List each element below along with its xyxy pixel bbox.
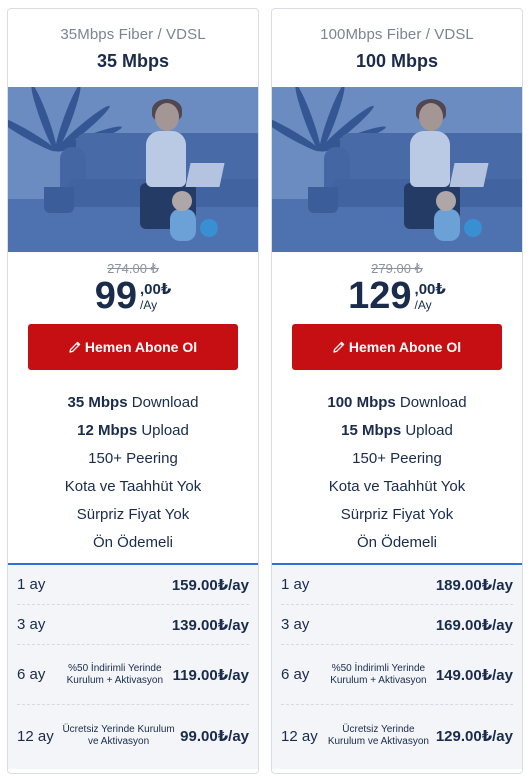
feature-item: Kota ve Taahhüt Yok <box>8 473 258 501</box>
feature-item: Sürpriz Fiyat Yok <box>272 501 522 529</box>
period-note: Ücretsiz Yerinde Kurulum ve Aktivasyon <box>327 724 429 747</box>
pricing-section: 35Mbps Fiber / VDSL 35 Mbps 274.00 ₺ 99 … <box>0 0 529 781</box>
feature-text: Upload <box>137 422 189 439</box>
period-price: 169.00₺/ay <box>435 616 513 634</box>
period-price: 129.00₺/ay <box>435 728 513 745</box>
feature-value: 100 Mbps <box>327 394 396 411</box>
period-label: 3 ay <box>281 616 310 633</box>
feature-item: 15 Mbps Upload <box>272 417 522 445</box>
current-price: 129 ,00₺ /Ay <box>272 276 522 316</box>
plan-header: 100Mbps Fiber / VDSL 100 Mbps <box>272 9 522 87</box>
plan-title: 100 Mbps <box>355 51 439 71</box>
period-row[interactable]: 1 ay 189.00₺/ay <box>281 565 513 605</box>
feature-text: Ön Ödemeli <box>92 534 174 551</box>
period-row[interactable]: 1 ay 159.00₺/ay <box>17 565 249 605</box>
plan-card-100mbps: 100Mbps Fiber / VDSL 100 Mbps 279.00 ₺ 1… <box>271 8 523 774</box>
feature-text: 150+ Peering <box>352 450 442 467</box>
price-block: 274.00 ₺ 99 ,00₺ /Ay <box>8 252 258 324</box>
period-price: 159.00₺/ay <box>171 576 249 594</box>
price-decimal: ,00₺ <box>139 281 172 298</box>
feature-value: 12 Mbps <box>77 422 138 439</box>
period-row[interactable]: 12 ay Ücretsiz Yerinde Kurulum ve Aktivas… <box>17 705 249 767</box>
feature-item: 12 Mbps Upload <box>8 417 258 445</box>
price-side: ,00₺ /Ay <box>139 281 172 313</box>
family-photo <box>272 87 522 252</box>
feature-list: 100 Mbps Download 15 Mbps Upload 150+ Peer… <box>272 389 522 563</box>
subscribe-button-label: Hemen Abone Ol <box>84 339 198 355</box>
period-row[interactable]: 3 ay 169.00₺/ay <box>281 605 513 645</box>
price-integer: 129 <box>348 275 412 317</box>
feature-text: Download <box>127 394 199 411</box>
price-decimal: ,00₺ <box>414 281 446 298</box>
feature-value: 15 Mbps <box>341 422 402 439</box>
feature-text: Kota ve Taahhüt Yok <box>64 478 202 495</box>
feature-text: Sürpriz Fiyat Yok <box>76 506 190 523</box>
period-price: 119.00₺/ay <box>172 666 249 684</box>
price-period: /Ay <box>414 298 432 312</box>
plan-title: 35 Mbps <box>96 51 170 71</box>
period-note: Ücretsiz Yerinde Kurulum ve Aktivasyon <box>62 724 175 747</box>
price-side: ,00₺ /Ay <box>414 281 446 313</box>
price-block: 279.00 ₺ 129 ,00₺ /Ay <box>272 252 522 324</box>
subscribe-button[interactable]: Hemen Abone Ol <box>28 324 238 370</box>
period-row[interactable]: 6 ay %50 İndirimli Yerinde Kurulum + Akti… <box>17 645 249 705</box>
feature-item: 35 Mbps Download <box>8 389 258 417</box>
price-integer: 99 <box>94 275 137 317</box>
feature-text: Sürpriz Fiyat Yok <box>340 506 454 523</box>
period-list: 1 ay 159.00₺/ay 3 ay 139.00₺/ay 6 ay %50 İndi… <box>8 563 258 769</box>
pencil-icon <box>69 341 81 353</box>
period-list: 1 ay 189.00₺/ay 3 ay 169.00₺/ay 6 ay %50 İndi… <box>272 563 522 769</box>
feature-item: Kota ve Taahhüt Yok <box>272 473 522 501</box>
feature-text: Kota ve Taahhüt Yok <box>328 478 466 495</box>
period-note: %50 İndirimli Yerinde Kurulum + Aktivasy… <box>66 662 164 686</box>
price-period: /Ay <box>139 298 158 312</box>
period-label: 3 ay <box>17 616 46 633</box>
feature-text: 150+ Peering <box>88 450 178 467</box>
feature-list: 35 Mbps Download 12 Mbps Upload 150+ Peeri… <box>8 389 258 563</box>
subscribe-button[interactable]: Hemen Abone Ol <box>292 324 502 370</box>
current-price: 99 ,00₺ /Ay <box>8 276 258 316</box>
period-row[interactable]: 12 ay Ücretsiz Yerinde Kurulum ve Aktivas… <box>281 705 513 767</box>
period-price: 149.00₺/ay <box>435 666 513 684</box>
feature-item: 100 Mbps Download <box>272 389 522 417</box>
plan-subtitle: 100Mbps Fiber / VDSL <box>320 26 474 43</box>
feature-text: Upload <box>401 422 453 439</box>
period-note: %50 İndirimli Yerinde Kurulum + Aktivasy… <box>330 662 427 686</box>
period-label: 12 ay <box>17 727 54 745</box>
photo-tint <box>272 87 522 252</box>
feature-text: Ön Ödemeli <box>356 534 438 551</box>
feature-text: Download <box>395 394 467 411</box>
period-label: 6 ay <box>281 666 310 683</box>
plan-subtitle: 35Mbps Fiber / VDSL <box>60 26 206 43</box>
pencil-icon <box>333 341 345 353</box>
feature-item: 150+ Peering <box>8 445 258 473</box>
period-label: 6 ay <box>17 666 46 683</box>
period-row[interactable]: 3 ay 139.00₺/ay <box>17 605 249 645</box>
subscribe-button-label: Hemen Abone Ol <box>348 339 462 355</box>
feature-value: 35 Mbps <box>67 394 128 411</box>
plan-header: 35Mbps Fiber / VDSL 35 Mbps <box>8 9 258 87</box>
feature-item: Ön Ödemeli <box>272 529 522 557</box>
feature-item: 150+ Peering <box>272 445 522 473</box>
photo-tint <box>8 87 258 252</box>
period-price: 189.00₺/ay <box>435 576 513 594</box>
feature-item: Ön Ödemeli <box>8 529 258 557</box>
period-label: 1 ay <box>281 576 310 593</box>
period-label: 12 ay <box>281 727 318 745</box>
plan-card-35mbps: 35Mbps Fiber / VDSL 35 Mbps 274.00 ₺ 99 … <box>7 8 259 774</box>
family-photo <box>8 87 258 252</box>
period-label: 1 ay <box>17 576 46 593</box>
period-row[interactable]: 6 ay %50 İndirimli Yerinde Kurulum + Akti… <box>281 645 513 705</box>
feature-item: Sürpriz Fiyat Yok <box>8 501 258 529</box>
period-price: 139.00₺/ay <box>171 616 249 634</box>
period-price: 99.00₺/ay <box>180 728 249 745</box>
